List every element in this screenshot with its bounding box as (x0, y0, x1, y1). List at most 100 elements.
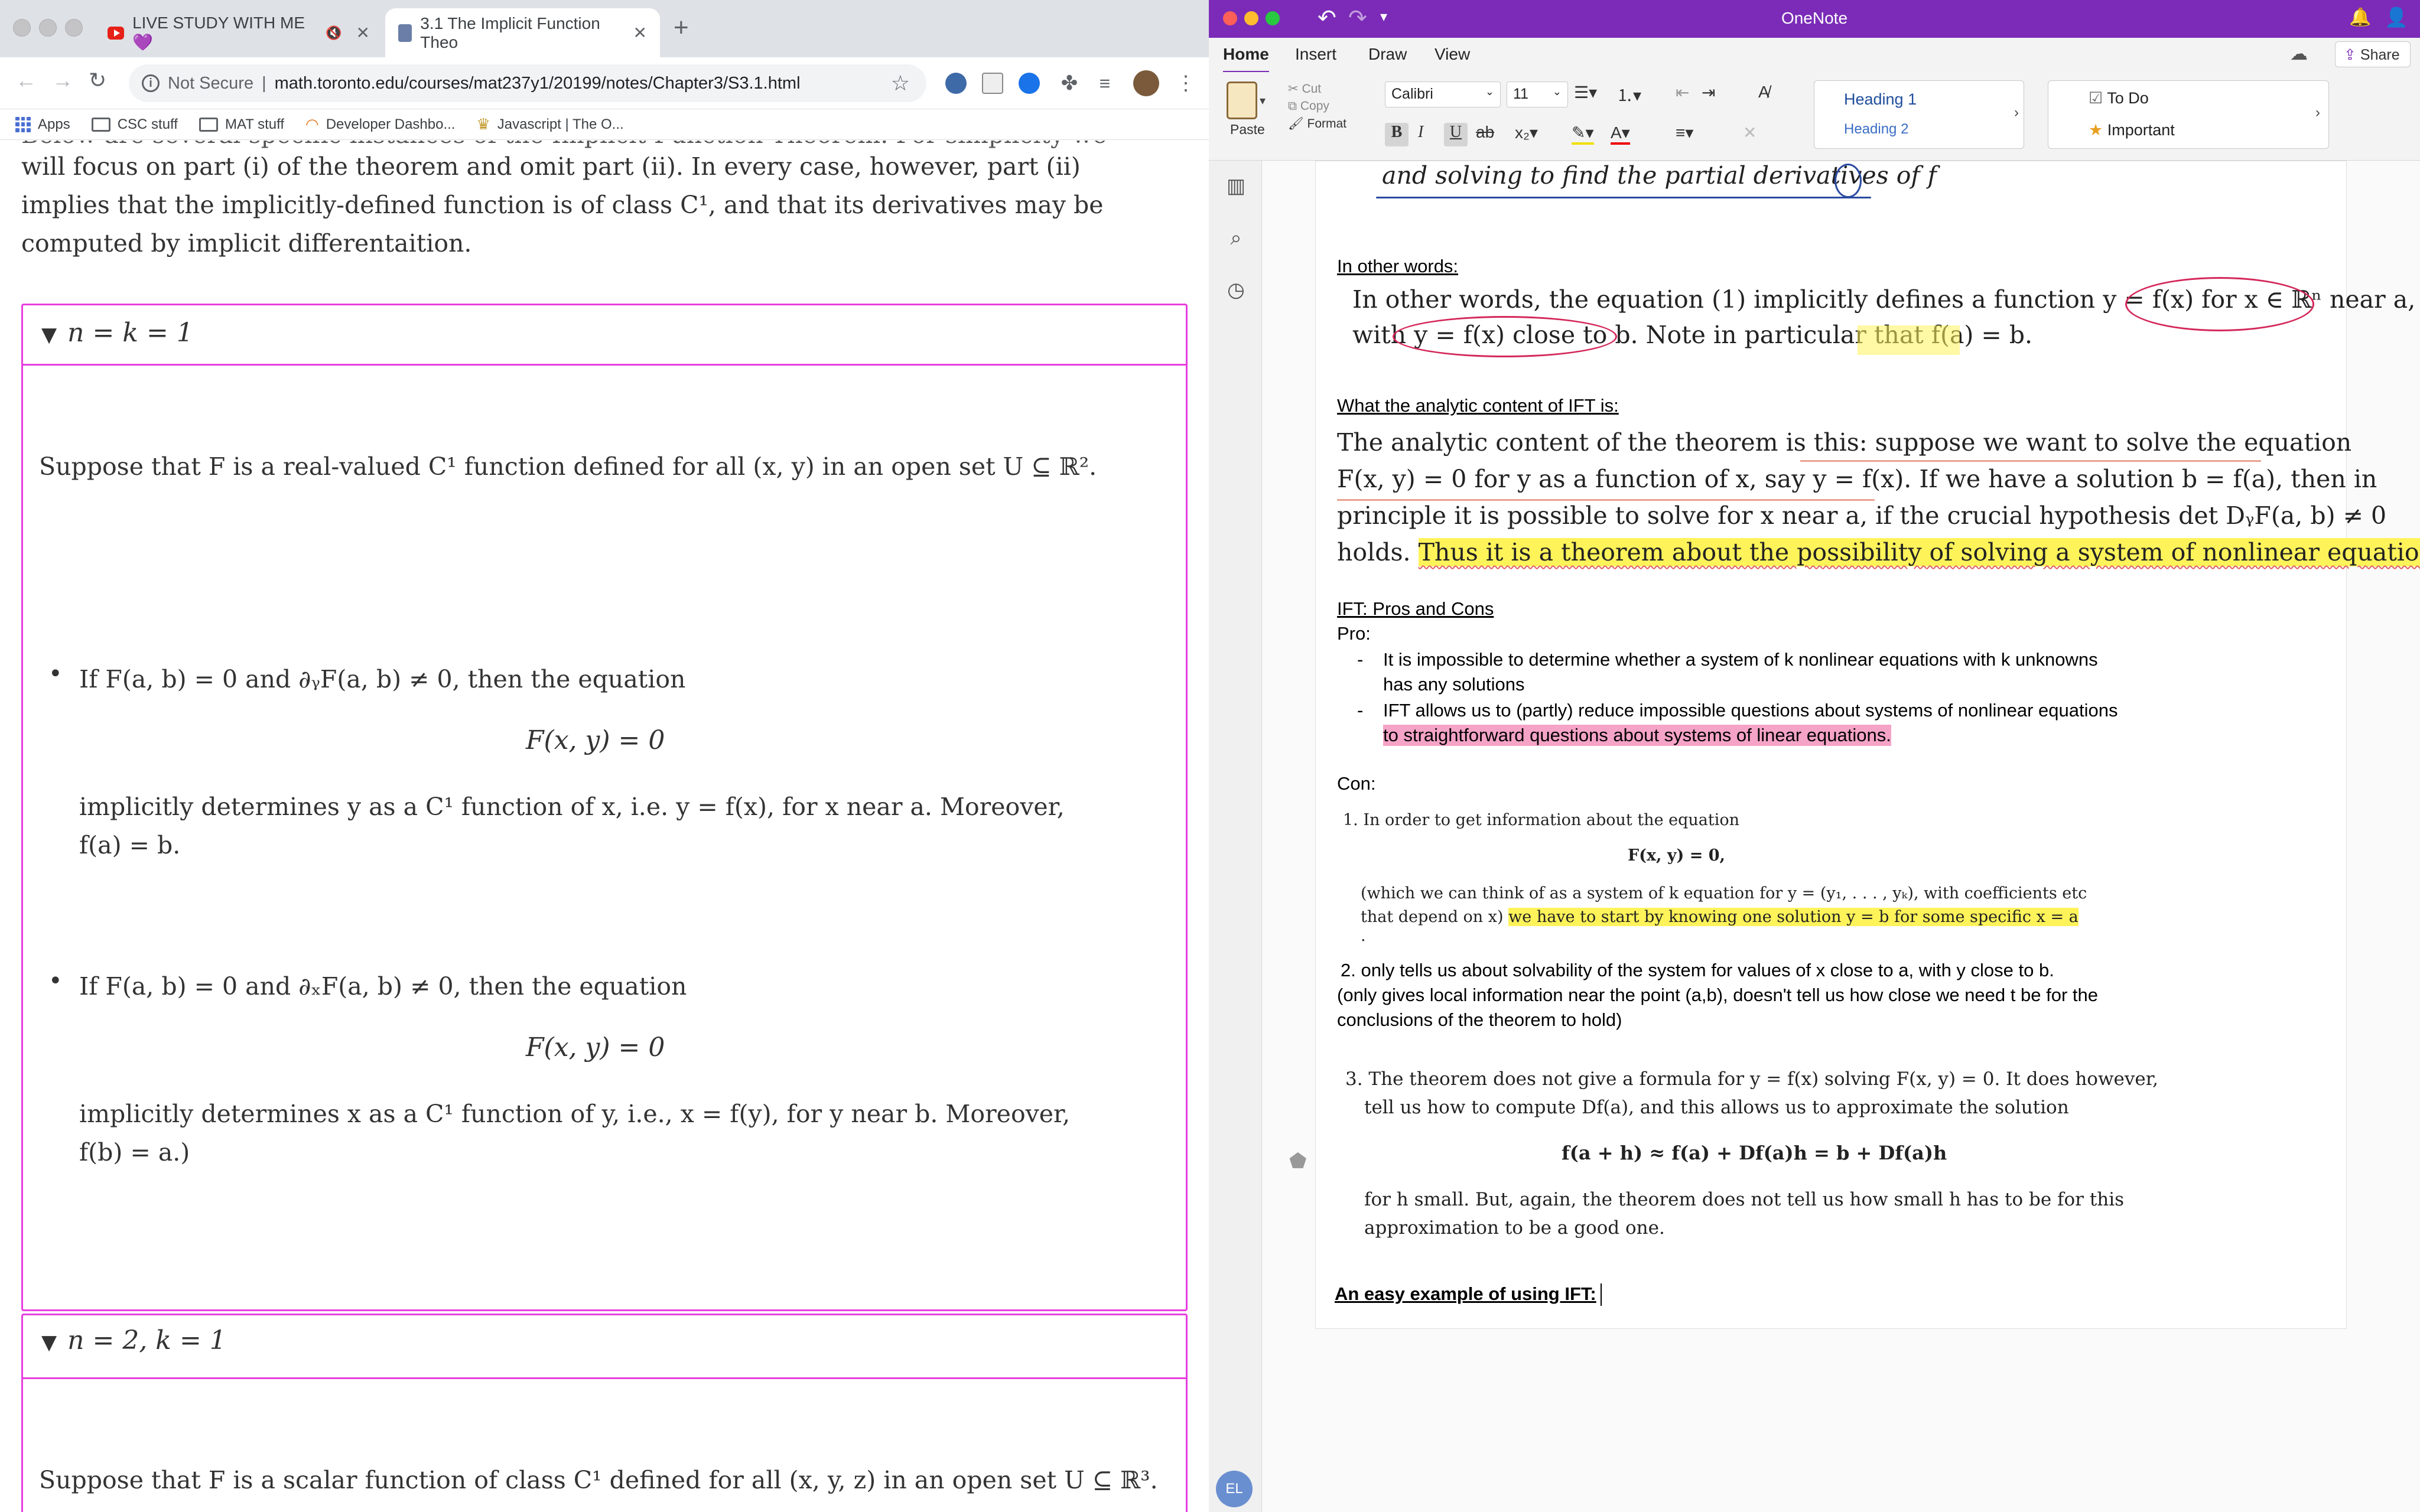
share-button[interactable]: ⇪ Share (2335, 41, 2411, 67)
reload-icon[interactable]: ↻ (89, 68, 106, 93)
bold-button[interactable]: B (1385, 123, 1409, 146)
paste-dropdown-icon[interactable]: ▾ (1260, 93, 1266, 108)
note-line: F(x, y) = 0 for y as a function of x, sa… (1337, 465, 2377, 493)
copy-button[interactable]: ⧉ Copy (1288, 99, 1329, 113)
suppose-text: Suppose that F is a real-valued C¹ funct… (39, 452, 1097, 481)
bookmark-developer-dashboard[interactable]: ◠ Developer Dashbo... (305, 115, 455, 133)
address-bar[interactable]: i Not Secure | math.toronto.edu/courses/… (129, 64, 926, 102)
divider (22, 364, 1186, 366)
strikethrough-button[interactable]: ab (1476, 123, 1494, 142)
maximize-window-button[interactable] (65, 19, 83, 37)
tab-implicit-function[interactable]: 3.1 The Implicit Function Theo ✕ (385, 8, 660, 57)
extension-icon[interactable] (945, 73, 967, 94)
tab-insert[interactable]: Insert (1295, 45, 1336, 64)
increase-indent-icon[interactable]: ⇥ (1702, 83, 1715, 102)
con-item: for h small. But, again, the theorem doe… (1364, 1189, 2125, 1210)
style-heading-1[interactable]: Heading 1 (1844, 90, 1917, 109)
bullet-list-icon[interactable]: ☰▾ (1574, 83, 1597, 102)
close-tab-icon[interactable]: ✕ (633, 23, 647, 43)
forward-arrow-icon[interactable]: → (52, 68, 73, 93)
tab-draw[interactable]: Draw (1368, 45, 1407, 64)
bookmark-label: CSC stuff (117, 116, 178, 132)
ribbon-home: ▾ Paste ✂ Cut ⧉ Copy 🖌 Format Calibri ⌄ 1… (1209, 72, 2420, 161)
note-page[interactable]: and solving to find the partial derivati… (1315, 161, 2420, 1329)
bookmark-csc-stuff[interactable]: CSC stuff (91, 116, 178, 133)
apps-grid-icon (15, 116, 31, 132)
profile-avatar[interactable] (1133, 70, 1159, 96)
underline-button[interactable]: U (1444, 123, 1468, 146)
bookmark-label: Javascript | The O... (497, 116, 624, 132)
note-line: principle it is possible to solve for x … (1337, 501, 2387, 530)
muted-speaker-icon[interactable]: 🔇 (326, 25, 341, 41)
tags-gallery: ☑ To Do ★ Important › (2048, 80, 2329, 149)
tag-marker-icon[interactable]: ⬟ (1289, 1149, 1307, 1173)
back-arrow-icon[interactable]: ← (15, 68, 37, 93)
bookmark-mat-stuff[interactable]: MAT stuff (199, 116, 284, 133)
style-heading-2[interactable]: Heading 2 (1844, 121, 1908, 138)
bookmark-apps[interactable]: Apps (15, 116, 70, 133)
format-painter-button[interactable]: 🖌 Format (1288, 117, 1346, 131)
tab-view[interactable]: View (1435, 45, 1470, 64)
bookmark-label: Apps (38, 116, 70, 132)
notebooks-icon[interactable]: ▥ (1225, 175, 1247, 197)
new-tab-button[interactable]: + (674, 13, 689, 43)
numbered-list-icon[interactable]: ⒈▾ (1616, 83, 1641, 106)
chevron-right-icon[interactable]: › (2014, 105, 2019, 121)
bookmark-javascript[interactable]: ♛ Javascript | The O... (476, 115, 623, 133)
ribbon-tabs: Home Insert Draw View ☁ ⇪ Share (1209, 38, 2420, 74)
recent-clock-icon[interactable]: ◷ (1225, 279, 1247, 301)
notification-bell-icon[interactable]: 🔔 (2349, 7, 2371, 28)
info-icon[interactable]: i (142, 74, 160, 92)
clear-formatting-icon[interactable]: A̸ (1758, 83, 1770, 102)
ink-underline (1800, 460, 2261, 462)
search-icon[interactable]: ⌕ (1225, 227, 1247, 249)
tag-important[interactable]: ★ Important (2089, 121, 2175, 139)
minimize-window-button[interactable] (39, 19, 57, 37)
bullet2-result: implicitly determines x as a C¹ function… (79, 1100, 1071, 1128)
font-color-icon[interactable]: A▾ (1611, 123, 1630, 145)
decrease-indent-icon[interactable]: ⇤ (1676, 83, 1689, 102)
bookmark-star-icon[interactable]: ☆ (891, 71, 910, 96)
collapse-triangle-icon[interactable]: ▼ (41, 323, 57, 347)
puzzle-extensions-icon[interactable]: ✤ (1059, 73, 1080, 94)
clear-icon[interactable]: ✕ (1743, 123, 1757, 142)
reading-list-icon[interactable]: ≡ (1094, 73, 1115, 94)
close-window-button[interactable] (13, 19, 31, 37)
align-icon[interactable]: ≡▾ (1676, 123, 1693, 142)
intro-text: will focus on part (i) of the theorem an… (21, 152, 1081, 181)
paste-button[interactable]: Paste (1230, 122, 1265, 138)
sync-cloud-icon[interactable]: ☁ (2290, 44, 2308, 64)
url-text: math.toronto.edu/courses/mat237y1/20199/… (274, 73, 801, 93)
highlight-color-icon[interactable]: ✎▾ (1572, 123, 1594, 145)
cut-button[interactable]: ✂ Cut (1288, 82, 1321, 96)
italic-button[interactable]: I (1418, 123, 1423, 142)
paste-clipboard-icon[interactable] (1227, 82, 1257, 119)
mdn-icon: ♛ (476, 115, 490, 133)
collapse-triangle-icon[interactable]: ▼ (41, 1331, 57, 1354)
con-label: Con: (1337, 773, 1376, 794)
browser-toolbar: ← → ↻ i Not Secure | math.toronto.edu/co… (0, 57, 1209, 109)
extension-icon[interactable] (1019, 73, 1040, 94)
menu-kebab-icon[interactable]: ⋮ (1176, 73, 1196, 94)
tab-title: LIVE STUDY WITH ME 💜 (132, 14, 305, 51)
rainbow-icon: ◠ (305, 115, 319, 133)
tab-home[interactable]: Home (1223, 45, 1269, 74)
font-family-dropdown[interactable]: Calibri ⌄ (1385, 82, 1501, 107)
onenote-window: ↶ ↷ ▾ OneNote 🔔 👤 Home Insert Draw View … (1209, 0, 2420, 1512)
section-header[interactable]: ▼ n = 2, k = 1 (41, 1325, 226, 1355)
tag-to-do[interactable]: ☑ To Do (2089, 89, 2149, 107)
chevron-right-icon[interactable]: › (2315, 105, 2320, 121)
font-size-dropdown[interactable]: 11 ⌄ (1507, 82, 1568, 107)
tab-youtube[interactable]: LIVE STUDY WITH ME 💜 🔇 ✕ (95, 8, 383, 57)
ink-underline (1376, 197, 1871, 198)
tab-title: 3.1 The Implicit Function Theo (420, 14, 600, 51)
subscript-button[interactable]: x₂▾ (1515, 123, 1538, 142)
extension-icon[interactable] (982, 73, 1003, 94)
bullet2-condition: If F(a, b) = 0 and ∂ₓF(a, b) ≠ 0, then t… (79, 972, 687, 1001)
list-dash: - (1357, 649, 1364, 670)
user-avatar[interactable]: EL (1216, 1471, 1253, 1507)
close-tab-icon[interactable]: ✕ (356, 23, 370, 43)
con-item: that depend on x) we have to start by kn… (1361, 908, 2079, 926)
account-icon[interactable]: 👤 (2385, 6, 2408, 28)
section-header[interactable]: ▼ n = k = 1 (41, 318, 193, 348)
